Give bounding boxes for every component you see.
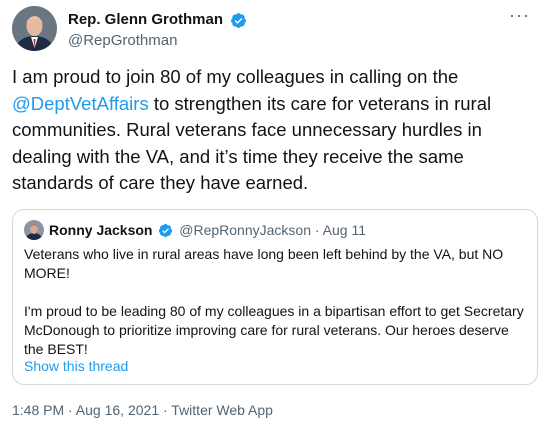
tweet-header: Rep. Glenn Grothman @RepGrothman ···	[12, 6, 538, 54]
quoted-paragraph: I'm proud to be leading 80 of my colleag…	[24, 303, 524, 357]
quoted-paragraph: Veterans who live in rural areas have lo…	[24, 246, 504, 281]
quoted-author-display-name: Ronny Jackson	[49, 222, 153, 238]
quoted-separator: ·	[311, 222, 323, 238]
author-handle[interactable]: @RepGrothman	[68, 31, 247, 51]
tweet-card: Rep. Glenn Grothman @RepGrothman ··· I a…	[0, 0, 550, 433]
more-options-icon[interactable]: ···	[509, 6, 530, 24]
quoted-date: Aug 11	[322, 222, 367, 238]
quoted-tweet-text: Veterans who live in rural areas have lo…	[24, 245, 524, 359]
verified-badge-icon	[158, 223, 173, 238]
tweet-timestamp[interactable]: 1:48 PM · Aug 16, 2021 · Twitter Web App	[12, 401, 273, 419]
show-thread-link[interactable]: Show this thread	[24, 357, 128, 375]
quoted-tweet[interactable]: Ronny Jackson @RepRonnyJackson · Aug 11 …	[12, 209, 538, 385]
tweet-text: I am proud to join 80 of my colleagues i…	[12, 64, 542, 197]
author-names: Rep. Glenn Grothman @RepGrothman	[68, 10, 247, 51]
quoted-author-line: Ronny Jackson @RepRonnyJackson · Aug 11	[49, 221, 366, 239]
mention-link[interactable]: @DeptVetAffairs	[12, 93, 149, 114]
author-display-name[interactable]: Rep. Glenn Grothman	[68, 10, 223, 30]
quoted-author-avatar	[24, 220, 44, 240]
quoted-author-handle: @RepRonnyJackson	[179, 222, 311, 238]
verified-badge-icon	[230, 12, 247, 29]
tweet-text-part-1: I am proud to join 80 of my colleagues i…	[12, 66, 459, 87]
author-avatar[interactable]	[12, 6, 57, 51]
